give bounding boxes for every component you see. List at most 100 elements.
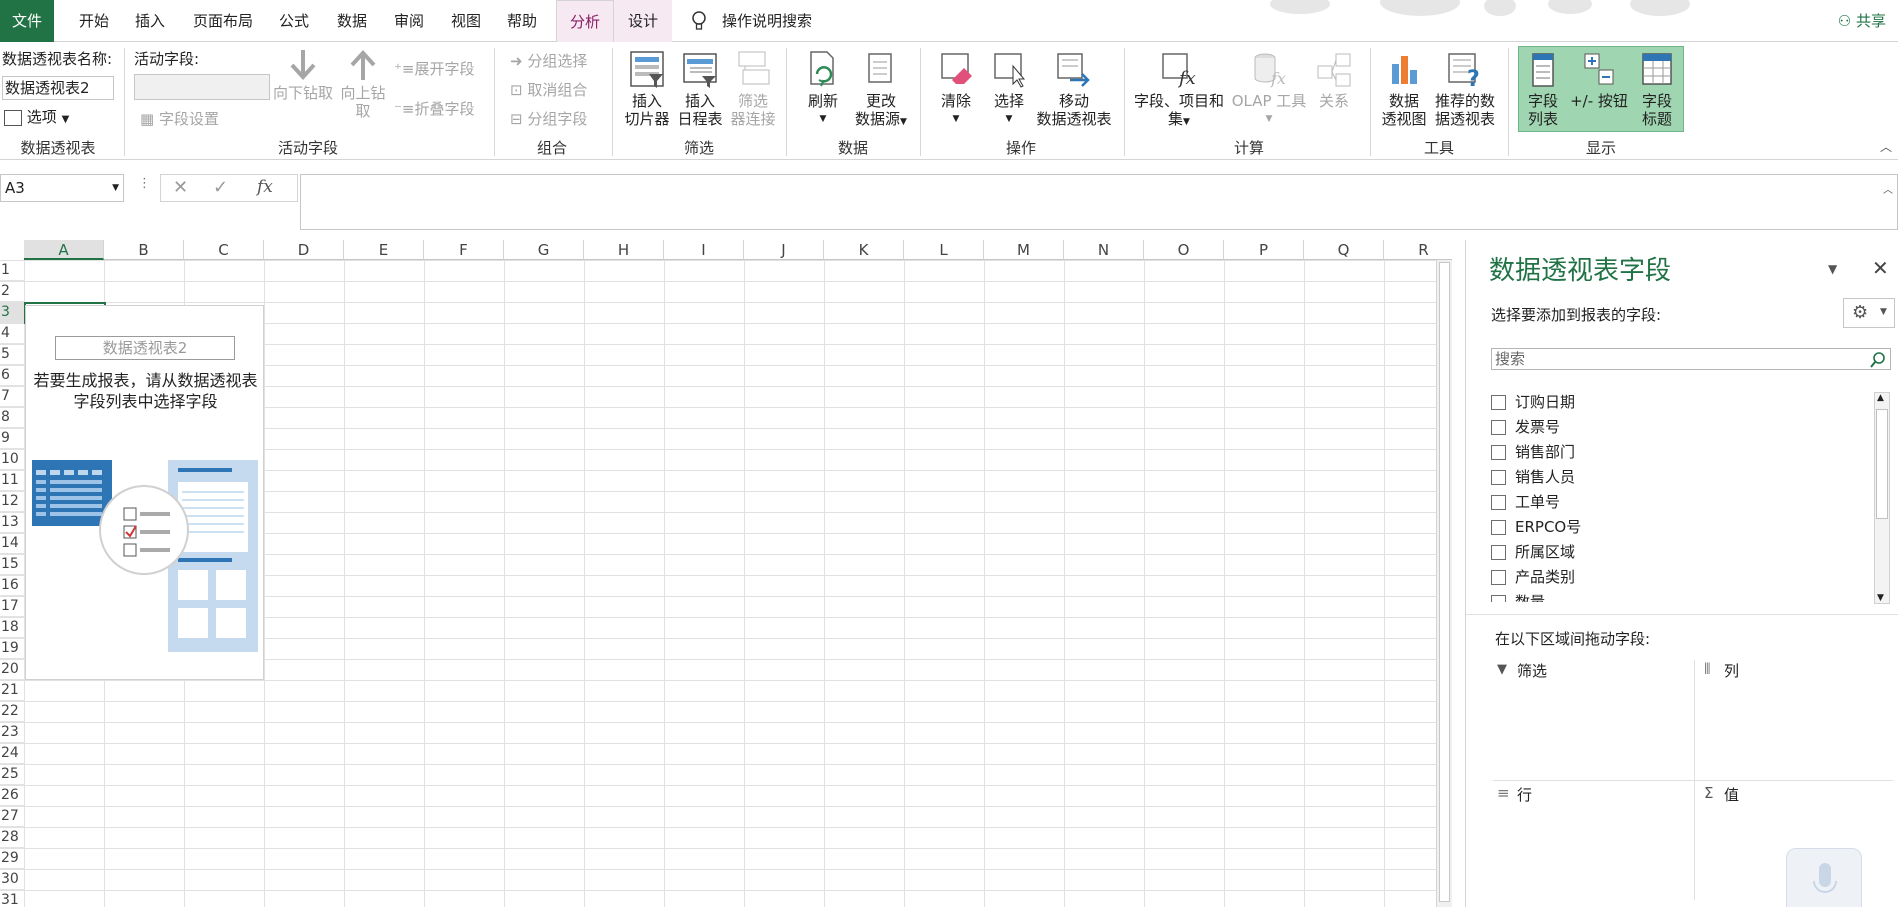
column-header[interactable]: B xyxy=(104,240,184,260)
recommended-pivot-button[interactable]: ? 推荐的数 据透视表 xyxy=(1430,50,1500,128)
drill-up-button[interactable]: 向上钻 取 xyxy=(336,48,390,120)
tab-formulas[interactable]: 公式 xyxy=(268,0,320,42)
rows-area[interactable]: ≡ 行 xyxy=(1493,784,1693,904)
tab-view[interactable]: 视图 xyxy=(438,0,494,42)
tab-help[interactable]: 帮助 xyxy=(494,0,550,42)
field-headers-toggle[interactable]: 字段 标题 xyxy=(1630,50,1684,128)
field-item[interactable]: 工单号 xyxy=(1491,490,1851,515)
column-header[interactable]: P xyxy=(1224,240,1304,260)
tab-review[interactable]: 审阅 xyxy=(382,0,436,42)
field-checkbox[interactable] xyxy=(1491,395,1506,410)
column-header[interactable]: A xyxy=(24,240,104,260)
row-header[interactable]: 31 xyxy=(0,890,24,907)
clear-button[interactable]: 清除 ▼ xyxy=(930,50,982,128)
pane-settings-button[interactable]: ⚙ ▼ xyxy=(1843,298,1895,328)
field-list-toggle[interactable]: 字段 列表 xyxy=(1518,50,1568,128)
row-header[interactable]: 30 xyxy=(0,869,24,890)
row-header[interactable]: 14 xyxy=(0,533,24,554)
row-header[interactable]: 23 xyxy=(0,722,24,743)
row-header[interactable]: 10 xyxy=(0,449,24,470)
drill-down-button[interactable]: 向下钻取 xyxy=(272,48,334,102)
row-header[interactable]: 28 xyxy=(0,827,24,848)
column-header[interactable]: N xyxy=(1064,240,1144,260)
field-checkbox[interactable] xyxy=(1491,570,1506,585)
scroll-thumb[interactable] xyxy=(1439,262,1450,902)
formula-input[interactable]: ︿ xyxy=(300,174,1898,230)
column-header[interactable]: F xyxy=(424,240,504,260)
share-button[interactable]: ⚇ 共享 xyxy=(1838,0,1886,42)
pivot-chart-button[interactable]: 数据 透视图 xyxy=(1378,50,1430,128)
row-header[interactable]: 15 xyxy=(0,554,24,575)
field-checkbox[interactable] xyxy=(1491,420,1506,435)
select-button[interactable]: 选择 ▼ xyxy=(984,50,1034,128)
field-item[interactable]: 所属区域 xyxy=(1491,540,1851,565)
field-item[interactable]: 发票号 xyxy=(1491,415,1851,440)
column-header[interactable]: C xyxy=(184,240,264,260)
group-field-button[interactable]: ⊟ 分组字段 xyxy=(510,108,587,129)
column-header[interactable]: K xyxy=(824,240,904,260)
row-header[interactable]: 7 xyxy=(0,386,24,407)
expand-field-button[interactable]: ⁺≡展开字段 xyxy=(394,58,475,79)
row-header[interactable]: 20 xyxy=(0,659,24,680)
tab-file[interactable]: 文件 xyxy=(0,0,54,42)
tab-page-layout[interactable]: 页面布局 xyxy=(186,0,260,42)
row-header[interactable]: 12 xyxy=(0,491,24,512)
column-header[interactable]: J xyxy=(744,240,824,260)
row-header[interactable]: 3 xyxy=(0,302,24,323)
filters-area[interactable]: ▼ 筛选 xyxy=(1493,660,1693,780)
tab-insert[interactable]: 插入 xyxy=(124,0,176,42)
enter-icon[interactable]: ✓ xyxy=(213,177,228,198)
columns-area[interactable]: ⦀ 列 xyxy=(1702,660,1892,780)
row-header[interactable]: 9 xyxy=(0,428,24,449)
field-settings-button[interactable]: ▦ 字段设置 xyxy=(140,108,219,129)
close-icon[interactable]: ✕ xyxy=(1872,256,1889,280)
insert-function-icon[interactable]: fx xyxy=(257,177,273,197)
change-source-button[interactable]: 更改 数据源▼ xyxy=(850,50,912,131)
tab-home[interactable]: 开始 xyxy=(64,0,124,42)
field-checkbox[interactable] xyxy=(1491,520,1506,535)
field-checkbox[interactable] xyxy=(1491,445,1506,460)
cancel-icon[interactable]: ✕ xyxy=(173,177,188,198)
pivot-name-input[interactable]: 数据透视表2 xyxy=(2,76,114,100)
collapse-field-button[interactable]: ⁻≡折叠字段 xyxy=(394,98,475,119)
row-header[interactable]: 27 xyxy=(0,806,24,827)
olap-tools-button[interactable]: fx OLAP 工具 ▼ xyxy=(1228,50,1310,128)
field-search-input[interactable]: 搜索 xyxy=(1491,348,1891,370)
relationships-button[interactable]: 关系 xyxy=(1310,50,1358,110)
row-header[interactable]: 11 xyxy=(0,470,24,491)
row-header[interactable]: 16 xyxy=(0,575,24,596)
row-header[interactable]: 22 xyxy=(0,701,24,722)
vertical-scrollbar[interactable] xyxy=(1436,260,1452,907)
scroll-down-icon[interactable]: ▼ xyxy=(1877,593,1884,603)
column-header[interactable]: M xyxy=(984,240,1064,260)
field-item[interactable]: 销售人员 xyxy=(1491,465,1851,490)
column-header[interactable]: Q xyxy=(1304,240,1384,260)
pane-options-chevron-icon[interactable]: ▼ xyxy=(1828,262,1837,276)
row-header[interactable]: 24 xyxy=(0,743,24,764)
column-header[interactable]: E xyxy=(344,240,424,260)
tab-design[interactable]: 设计 xyxy=(614,0,672,42)
field-list-scrollbar[interactable]: ▲ ▼ xyxy=(1874,392,1890,604)
column-header[interactable]: H xyxy=(584,240,664,260)
row-header[interactable]: 19 xyxy=(0,638,24,659)
field-item[interactable]: 订购日期 xyxy=(1491,390,1851,415)
field-checkbox[interactable] xyxy=(1491,495,1506,510)
options-button[interactable]: 选项 ▼ xyxy=(4,106,69,127)
row-header[interactable]: 29 xyxy=(0,848,24,869)
ungroup-button[interactable]: ⊡ 取消组合 xyxy=(510,79,587,100)
field-checkbox[interactable] xyxy=(1491,595,1506,602)
row-header[interactable]: 6 xyxy=(0,365,24,386)
row-header[interactable]: 1 xyxy=(0,260,24,281)
move-pivot-button[interactable]: 移动 数据透视表 xyxy=(1034,50,1114,128)
group-selection-button[interactable]: ➜ 分组选择 xyxy=(510,50,587,71)
collapse-ribbon-icon[interactable]: ︿ xyxy=(1880,138,1892,155)
column-header[interactable]: G xyxy=(504,240,584,260)
field-item[interactable]: 产品类别 xyxy=(1491,565,1851,590)
tab-analyze[interactable]: 分析 xyxy=(556,0,614,43)
column-header[interactable]: R xyxy=(1384,240,1452,260)
plus-minus-buttons-toggle[interactable]: +/- 按钮 xyxy=(1568,50,1630,110)
row-header[interactable]: 13 xyxy=(0,512,24,533)
insert-timeline-button[interactable]: 插入 日程表 xyxy=(674,50,726,128)
row-header[interactable]: 2 xyxy=(0,281,24,302)
collapse-formula-icon[interactable]: ︿ xyxy=(1883,181,1893,196)
